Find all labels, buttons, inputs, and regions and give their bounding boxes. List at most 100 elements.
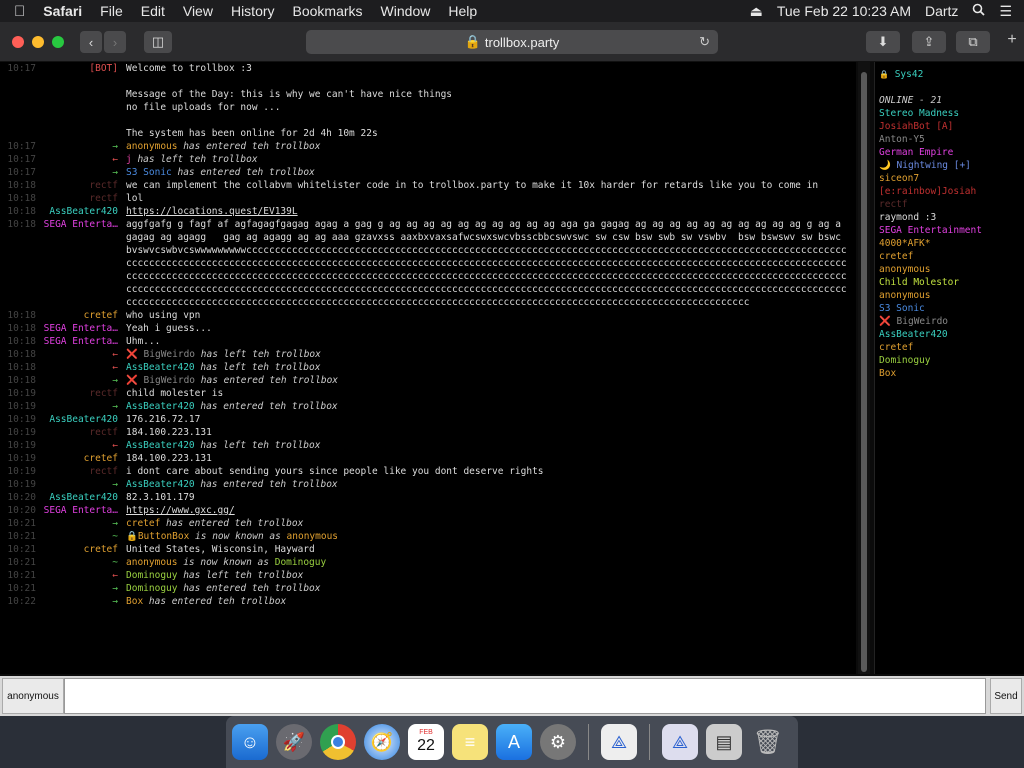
message-nick[interactable]: AssBeater420 — [40, 413, 126, 426]
online-user[interactable]: Dominoguy — [879, 354, 1020, 367]
event-username[interactable]: Dominoguy — [126, 570, 177, 581]
message-nick[interactable]: AssBeater420 — [40, 205, 126, 218]
message-link[interactable]: https://www.gxc.gg/ — [126, 505, 235, 516]
online-user[interactable]: JosiahBot [A] — [879, 120, 1020, 133]
event-username-new[interactable]: Dominoguy — [275, 557, 326, 568]
message-nick[interactable]: rectf — [40, 387, 126, 400]
scrollbar-thumb[interactable] — [861, 72, 867, 672]
online-user[interactable]: German Empire — [879, 146, 1020, 159]
online-user[interactable]: anonymous — [879, 289, 1020, 302]
event-username[interactable]: anonymous — [126, 557, 177, 568]
new-tab-button[interactable]: + — [1002, 31, 1022, 53]
online-user[interactable]: [e:rainbow]Josiah — [879, 185, 1020, 198]
message-nick[interactable]: cretef — [40, 543, 126, 556]
forward-button[interactable]: › — [104, 31, 126, 53]
menubar-datetime[interactable]: Tue Feb 22 10:23 AM — [777, 3, 911, 19]
xcode-app-icon[interactable]: ⟁ — [601, 724, 637, 760]
documents-folder-icon[interactable]: ▤ — [706, 724, 742, 760]
event-username[interactable]: ❌ BigWeirdo — [126, 375, 195, 386]
launchpad-icon[interactable]: 🚀 — [276, 724, 312, 760]
event-username[interactable]: ❌ BigWeirdo — [126, 349, 195, 360]
menubar-user[interactable]: Dartz — [925, 3, 958, 19]
online-user[interactable]: Stereo Madness — [879, 107, 1020, 120]
downloads-button[interactable]: ⬇ — [866, 31, 900, 53]
online-user[interactable]: ❌ BigWeirdo — [879, 315, 1020, 328]
menu-history[interactable]: History — [231, 3, 275, 19]
notes-icon[interactable]: ≡ — [452, 724, 488, 760]
close-window-button[interactable] — [12, 35, 24, 48]
message-nick — [40, 75, 126, 88]
menu-view[interactable]: View — [183, 3, 213, 19]
reload-icon[interactable]: ↻ — [699, 34, 710, 50]
online-user[interactable]: AssBeater420 — [879, 328, 1020, 341]
sidebar-toggle-button[interactable]: ◫ — [144, 31, 172, 53]
apple-menu-icon[interactable]:  — [14, 3, 25, 20]
menu-window[interactable]: Window — [381, 3, 431, 19]
event-username[interactable]: Box — [126, 596, 143, 607]
message-nick[interactable]: [BOT] — [40, 62, 126, 75]
calendar-icon[interactable]: FEB 22 — [408, 724, 444, 760]
message-nick[interactable]: SEGA Enterta… — [40, 322, 126, 335]
event-username[interactable]: S3 Sonic — [126, 167, 172, 178]
menu-bookmarks[interactable]: Bookmarks — [293, 3, 363, 19]
online-user[interactable]: cretef — [879, 341, 1020, 354]
message-input[interactable] — [64, 678, 986, 714]
spotlight-search-icon[interactable] — [972, 3, 986, 19]
message-nick[interactable]: SEGA Enterta… — [40, 504, 126, 517]
event-username[interactable]: AssBeater420 — [126, 479, 195, 490]
message-nick[interactable]: rectf — [40, 465, 126, 478]
chrome-icon[interactable] — [320, 724, 356, 760]
online-user[interactable]: 🌙 Nightwing [+] — [879, 159, 1020, 172]
online-user[interactable]: Child Molestor — [879, 276, 1020, 289]
menu-app-name[interactable]: Safari — [43, 3, 82, 19]
send-button[interactable]: Send — [990, 678, 1022, 714]
event-username[interactable]: Dominoguy — [126, 583, 177, 594]
zoom-window-button[interactable] — [52, 35, 64, 48]
message-nick[interactable]: SEGA Enterta… — [40, 335, 126, 348]
menu-edit[interactable]: Edit — [141, 3, 165, 19]
menu-file[interactable]: File — [100, 3, 123, 19]
safari-icon[interactable]: 🧭 — [364, 724, 400, 760]
share-button[interactable]: ⇪ — [912, 31, 946, 53]
online-user[interactable]: SEGA Entertainment — [879, 224, 1020, 237]
message-nick[interactable]: rectf — [40, 179, 126, 192]
back-button[interactable]: ‹ — [80, 31, 102, 53]
message-nick[interactable]: rectf — [40, 426, 126, 439]
online-user[interactable]: Box — [879, 367, 1020, 380]
eject-icon[interactable]: ⏏ — [750, 3, 763, 20]
online-user[interactable]: siceon7 — [879, 172, 1020, 185]
online-user[interactable]: cretef — [879, 250, 1020, 263]
event-username[interactable]: 🔒ButtonBox — [126, 531, 189, 542]
finder-icon[interactable]: ☺ — [232, 724, 268, 760]
address-bar[interactable]: 🔒 trollbox.party ↻ — [306, 30, 718, 54]
online-user[interactable]: raymond :3 — [879, 211, 1020, 224]
event-username[interactable]: AssBeater420 — [126, 440, 195, 451]
event-username-new[interactable]: anonymous — [287, 531, 338, 542]
message-link[interactable]: https://locations.quest/EV139L — [126, 206, 298, 217]
app-store-icon[interactable]: A — [496, 724, 532, 760]
event-username[interactable]: AssBeater420 — [126, 401, 195, 412]
chat-scrollbar[interactable] — [858, 62, 870, 674]
control-center-icon[interactable]: ☰ — [999, 3, 1012, 20]
online-user[interactable]: anonymous — [879, 263, 1020, 276]
message-nick[interactable]: cretef — [40, 309, 126, 322]
message-nick[interactable]: SEGA Enterta… — [40, 218, 126, 244]
event-username[interactable]: anonymous — [126, 141, 177, 152]
message-nick[interactable]: cretef — [40, 452, 126, 465]
tab-overview-button[interactable]: ⧉ — [956, 31, 990, 53]
trash-icon[interactable]: 🗑 — [750, 724, 786, 760]
online-user[interactable]: Anton-Y5 — [879, 133, 1020, 146]
chat-message-row: 10:17 → S3 Sonic has entered teh trollbox — [0, 166, 856, 179]
online-user[interactable]: rectf — [879, 198, 1020, 211]
message-nick[interactable]: AssBeater420 — [40, 491, 126, 504]
nickname-button[interactable]: anonymous — [2, 678, 64, 714]
applications-folder-icon[interactable]: ⟁ — [662, 724, 698, 760]
event-username[interactable]: AssBeater420 — [126, 362, 195, 373]
menu-help[interactable]: Help — [448, 3, 477, 19]
message-nick[interactable]: rectf — [40, 192, 126, 205]
minimize-window-button[interactable] — [32, 35, 44, 48]
online-user[interactable]: S3 Sonic — [879, 302, 1020, 315]
online-user[interactable]: 4000*AFK* — [879, 237, 1020, 250]
system-preferences-icon[interactable]: ⚙ — [540, 724, 576, 760]
event-username[interactable]: cretef — [126, 518, 160, 529]
